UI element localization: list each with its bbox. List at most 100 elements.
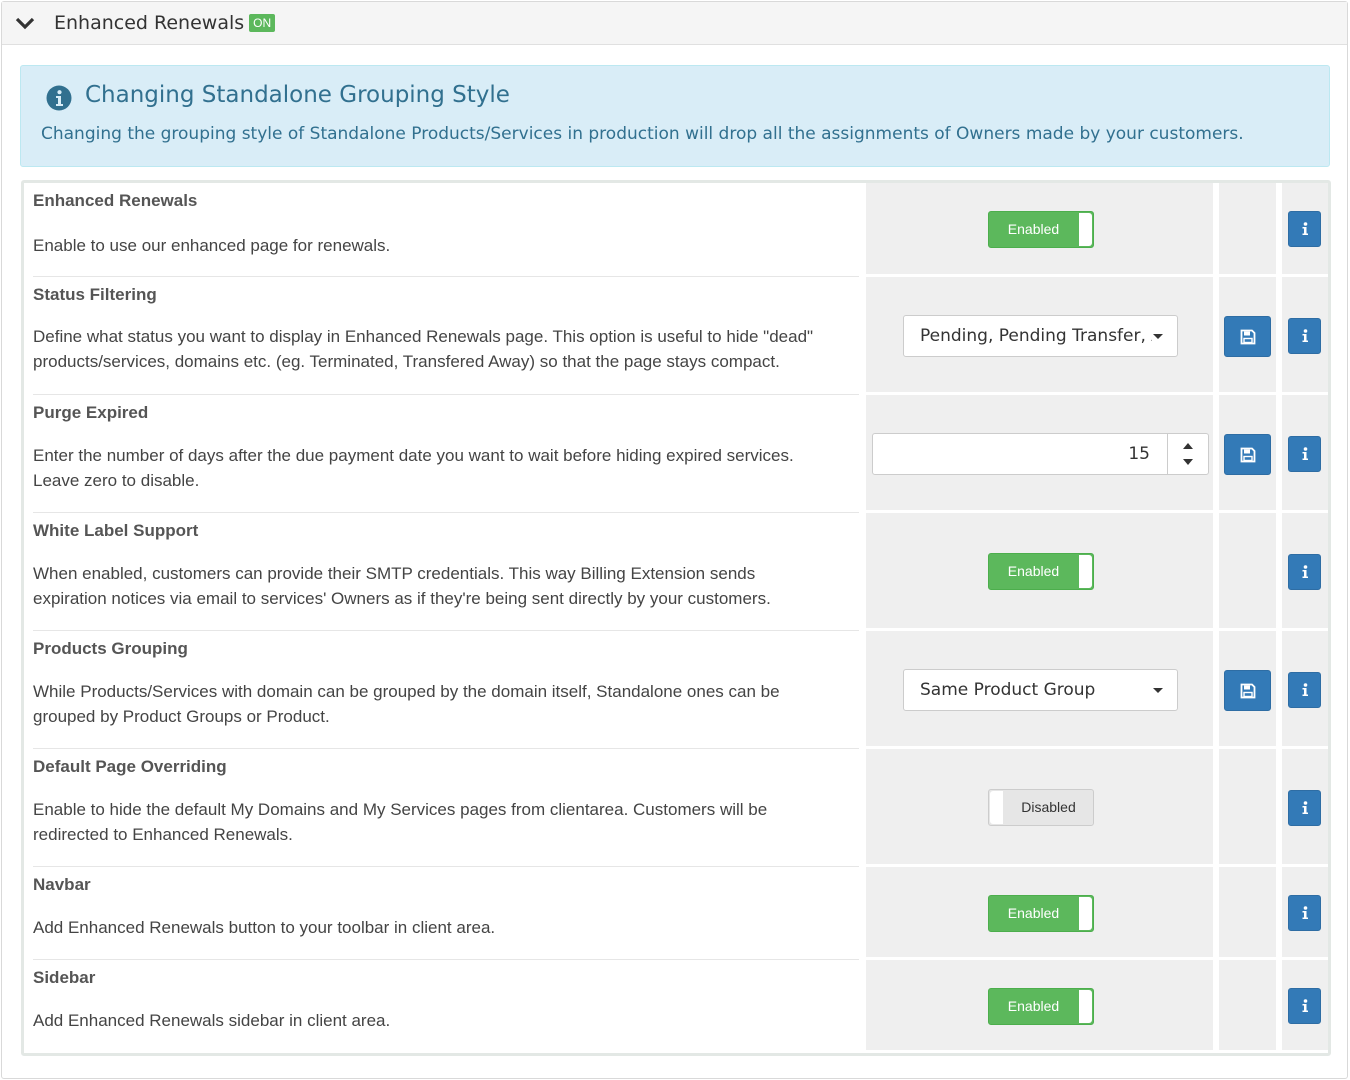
info-button[interactable] — [1288, 436, 1321, 472]
info-cell — [1282, 631, 1328, 749]
toggle-label: Enabled — [1007, 221, 1060, 237]
info-button[interactable] — [1288, 672, 1321, 708]
info-cell — [1282, 749, 1328, 867]
toggle-label: Disabled — [1021, 799, 1076, 815]
setting-control-cell: Enabled — [866, 867, 1216, 960]
setting-description: Add Enhanced Renewals sidebar in client … — [33, 1011, 391, 1030]
setting-description-cell: Default Page Overriding Enable to hide t… — [33, 749, 859, 867]
setting-title: Navbar — [33, 875, 91, 894]
toggle-label: Enabled — [1007, 905, 1060, 921]
floppy-disk-icon — [1240, 683, 1255, 698]
setting-control-cell: Enabled — [866, 513, 1216, 631]
alert-text: Changing the grouping style of Standalon… — [41, 124, 1244, 144]
setting-description: While Products/Services with domain can … — [33, 682, 780, 701]
setting-description: Enable to use our enhanced page for rene… — [33, 236, 391, 255]
navbar-toggle[interactable]: Enabled — [988, 895, 1094, 932]
setting-row-purge-expired: Purge Expired Enter the number of days a… — [24, 395, 1328, 513]
select-value: Pending, Pending Transfer, Active — [920, 326, 1152, 346]
caret-down-icon — [1153, 688, 1163, 693]
purge-days-input[interactable]: 15 — [872, 433, 1209, 475]
info-icon — [1302, 683, 1308, 696]
floppy-disk-icon — [1240, 329, 1255, 344]
info-button[interactable] — [1288, 895, 1321, 931]
save-button[interactable] — [1224, 316, 1271, 357]
enhanced-renewals-toggle[interactable]: Enabled — [988, 211, 1094, 248]
info-button[interactable] — [1288, 554, 1321, 590]
info-button[interactable] — [1288, 790, 1321, 826]
toggle-knob — [1079, 897, 1092, 930]
setting-title: Products Grouping — [33, 639, 188, 658]
save-cell — [1219, 960, 1279, 1053]
setting-control-cell: Same Product Group — [866, 631, 1216, 749]
save-cell — [1219, 513, 1279, 631]
info-button[interactable] — [1288, 988, 1321, 1024]
toggle-knob — [990, 791, 1003, 824]
setting-row-status-filtering: Status Filtering Define what status you … — [24, 277, 1328, 395]
number-spinner[interactable] — [1167, 434, 1208, 474]
setting-description-cell: Products Grouping While Products/Service… — [33, 631, 859, 749]
info-button[interactable] — [1288, 211, 1321, 247]
info-cell — [1282, 277, 1328, 395]
spinner-up-icon[interactable] — [1183, 443, 1193, 449]
info-icon — [1302, 565, 1308, 578]
save-cell — [1219, 183, 1279, 277]
setting-description: When enabled, customers can provide thei… — [33, 564, 756, 583]
setting-description-continued: redirected to Enhanced Renewals. — [33, 825, 293, 844]
toggle-label: Enabled — [1007, 998, 1060, 1014]
status-badge: ON — [249, 14, 276, 32]
setting-description-cell: Sidebar Add Enhanced Renewals sidebar in… — [33, 960, 859, 1053]
setting-control-cell: 15 — [866, 395, 1216, 513]
setting-row-sidebar: Sidebar Add Enhanced Renewals sidebar in… — [24, 960, 1328, 1053]
panel-title-text: Enhanced Renewals — [54, 12, 245, 34]
setting-title: Status Filtering — [33, 285, 157, 304]
toggle-knob — [1079, 213, 1092, 246]
chevron-down-icon[interactable] — [15, 15, 35, 31]
info-cell — [1282, 395, 1328, 513]
info-cell — [1282, 183, 1328, 277]
save-cell — [1219, 277, 1279, 395]
info-cell — [1282, 513, 1328, 631]
setting-row-products-grouping: Products Grouping While Products/Service… — [24, 631, 1328, 749]
setting-description-cell: White Label Support When enabled, custom… — [33, 513, 859, 631]
alert-title: Changing Standalone Grouping Style — [85, 82, 510, 108]
setting-description: Enable to hide the default My Domains an… — [33, 800, 768, 819]
panel-header[interactable]: Enhanced Renewals ON — [2, 2, 1347, 45]
setting-control-cell: Pending, Pending Transfer, Active — [866, 277, 1216, 395]
info-alert: Changing Standalone Grouping Style Chang… — [20, 65, 1330, 167]
setting-row-navbar: Navbar Add Enhanced Renewals button to y… — [24, 867, 1328, 960]
info-icon — [1302, 999, 1308, 1012]
white-label-toggle[interactable]: Enabled — [988, 553, 1094, 590]
save-cell — [1219, 867, 1279, 960]
setting-description-cell: Purge Expired Enter the number of days a… — [33, 395, 859, 513]
setting-control-cell: Enabled — [866, 960, 1216, 1053]
setting-description-cell: Status Filtering Define what status you … — [33, 277, 859, 395]
sidebar-toggle[interactable]: Enabled — [988, 988, 1094, 1025]
save-button[interactable] — [1224, 670, 1271, 711]
setting-title: Purge Expired — [33, 403, 149, 422]
info-icon — [1302, 906, 1308, 919]
toggle-label: Enabled — [1007, 563, 1060, 579]
setting-description-continued: Leave zero to disable. — [33, 471, 200, 490]
spinner-down-icon[interactable] — [1183, 459, 1193, 465]
save-button[interactable] — [1224, 434, 1271, 475]
info-icon — [1302, 447, 1308, 460]
info-icon — [1302, 222, 1308, 235]
setting-description: Add Enhanced Renewals button to your too… — [33, 918, 496, 937]
products-grouping-select[interactable]: Same Product Group — [903, 669, 1178, 711]
setting-title: Enhanced Renewals — [33, 191, 198, 210]
info-button[interactable] — [1288, 318, 1321, 354]
setting-description-continued: products/services, domains etc. (eg. Ter… — [33, 352, 780, 371]
save-cell — [1219, 749, 1279, 867]
setting-row-white-label-support: White Label Support When enabled, custom… — [24, 513, 1328, 631]
save-cell — [1219, 395, 1279, 513]
toggle-knob — [1079, 990, 1092, 1023]
setting-description-cell: Enhanced Renewals Enable to use our enha… — [33, 183, 859, 277]
save-cell — [1219, 631, 1279, 749]
default-page-overriding-toggle[interactable]: Disabled — [988, 789, 1094, 826]
setting-control-cell: Enabled — [866, 183, 1216, 277]
setting-title: Sidebar — [33, 968, 96, 987]
status-filter-select[interactable]: Pending, Pending Transfer, Active — [903, 315, 1178, 357]
settings-table: Enhanced Renewals Enable to use our enha… — [21, 180, 1331, 1056]
setting-title: Default Page Overriding — [33, 757, 227, 776]
info-cell — [1282, 960, 1328, 1053]
